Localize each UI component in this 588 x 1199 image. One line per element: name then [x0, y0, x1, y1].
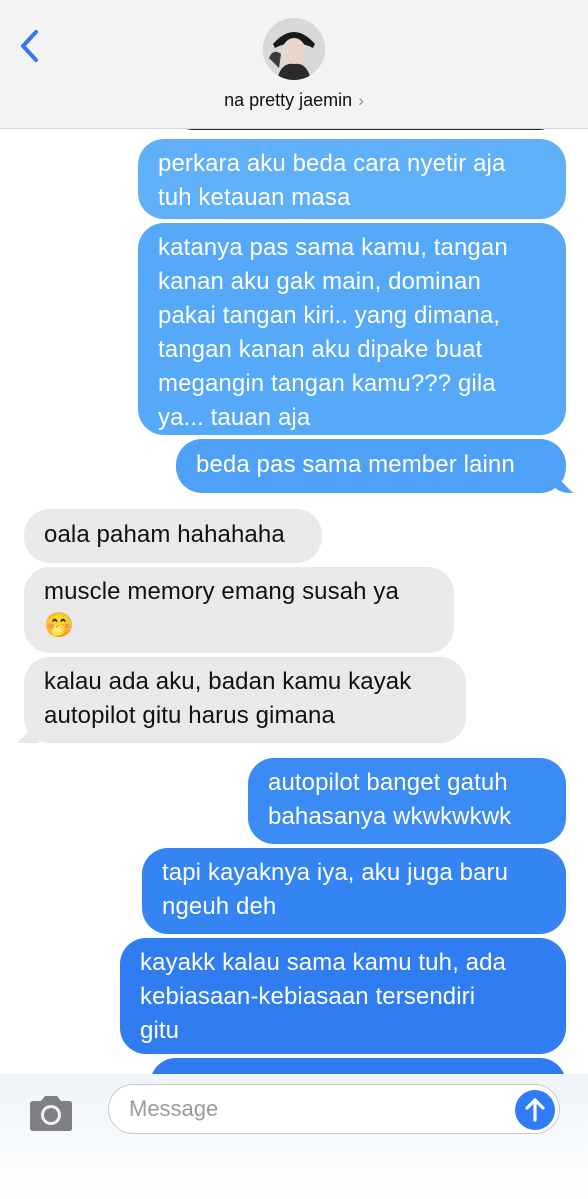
conversation-header: na pretty jaemin › — [0, 0, 588, 129]
message-bubble-outgoing[interactable]: beda pas sama member lainn — [176, 439, 566, 493]
message-thread[interactable]: perkara aku beda cara nyetir aja tuh ket… — [0, 0, 588, 1199]
send-button[interactable] — [515, 1090, 555, 1130]
message-line: kayakk kalau sama kamu tuh, ada — [140, 949, 506, 976]
send-arrow-icon — [525, 1098, 545, 1122]
message-line: pakai tangan kiri.. yang dimana, — [158, 302, 501, 329]
chevron-left-icon — [21, 30, 38, 62]
message-bubble-outgoing[interactable]: perkara aku beda cara nyetir aja tuh ket… — [138, 139, 566, 219]
message-line: oala paham hahahaha — [44, 521, 285, 548]
message-bubble-incoming[interactable]: muscle memory emang susah ya 🤭 — [24, 567, 454, 653]
message-bubble-outgoing[interactable]: kayakk kalau sama kamu tuh, ada kebiasaa… — [120, 938, 566, 1054]
message-line: gitu — [140, 1017, 180, 1044]
avatar-image — [263, 18, 325, 80]
message-line: autopilot gitu harus gimana — [44, 702, 335, 729]
message-line: bahasanya wkwkwkwk — [268, 803, 512, 830]
message-line: perkara aku beda cara nyetir aja — [158, 150, 506, 177]
message-line: tuh ketauan masa — [158, 184, 351, 211]
contact-name: na pretty jaemin — [224, 90, 353, 110]
message-bubble-outgoing[interactable]: katanya pas sama kamu, tangan kanan aku … — [138, 223, 566, 435]
message-line: muscle memory emang susah ya — [44, 578, 399, 605]
message-line: tapi kayaknya iya, aku juga baru — [162, 859, 509, 886]
message-bubble-outgoing[interactable]: tapi kayaknya iya, aku juga baru ngeuh d… — [142, 848, 566, 934]
message-bubble-outgoing[interactable]: autopilot banget gatuh bahasanya wkwkwkw… — [248, 758, 566, 844]
message-input[interactable] — [108, 1084, 560, 1134]
message-line: megangin tangan kamu??? gila — [158, 370, 496, 397]
message-line: kanan aku gak main, dominan — [158, 268, 481, 295]
camera-button[interactable] — [26, 1094, 76, 1134]
message-line: ya... tauan aja — [158, 404, 311, 431]
composer-bar — [0, 1074, 588, 1199]
message-bubble-incoming[interactable]: oala paham hahahaha — [24, 509, 322, 563]
message-line: autopilot banget gatuh — [268, 769, 508, 796]
message-line: beda pas sama member lainn — [196, 451, 515, 478]
message-bubble-incoming[interactable]: kalau ada aku, badan kamu kayak autopilo… — [24, 657, 466, 743]
message-line: tangan kanan aku dipake buat — [158, 336, 483, 363]
chevron-right-icon: › — [358, 91, 364, 110]
message-line: kebiasaan-kebiasaan tersendiri — [140, 983, 476, 1010]
camera-icon — [30, 1096, 72, 1131]
contact-name-button[interactable]: na pretty jaemin › — [0, 90, 588, 111]
message-line: katanya pas sama kamu, tangan — [158, 234, 508, 261]
emoji-hand-over-mouth: 🤭 — [44, 612, 74, 639]
message-line: kalau ada aku, badan kamu kayak — [44, 668, 412, 695]
contact-avatar[interactable] — [263, 18, 325, 80]
back-button[interactable] — [14, 26, 48, 66]
message-line: ngeuh deh — [162, 893, 277, 920]
